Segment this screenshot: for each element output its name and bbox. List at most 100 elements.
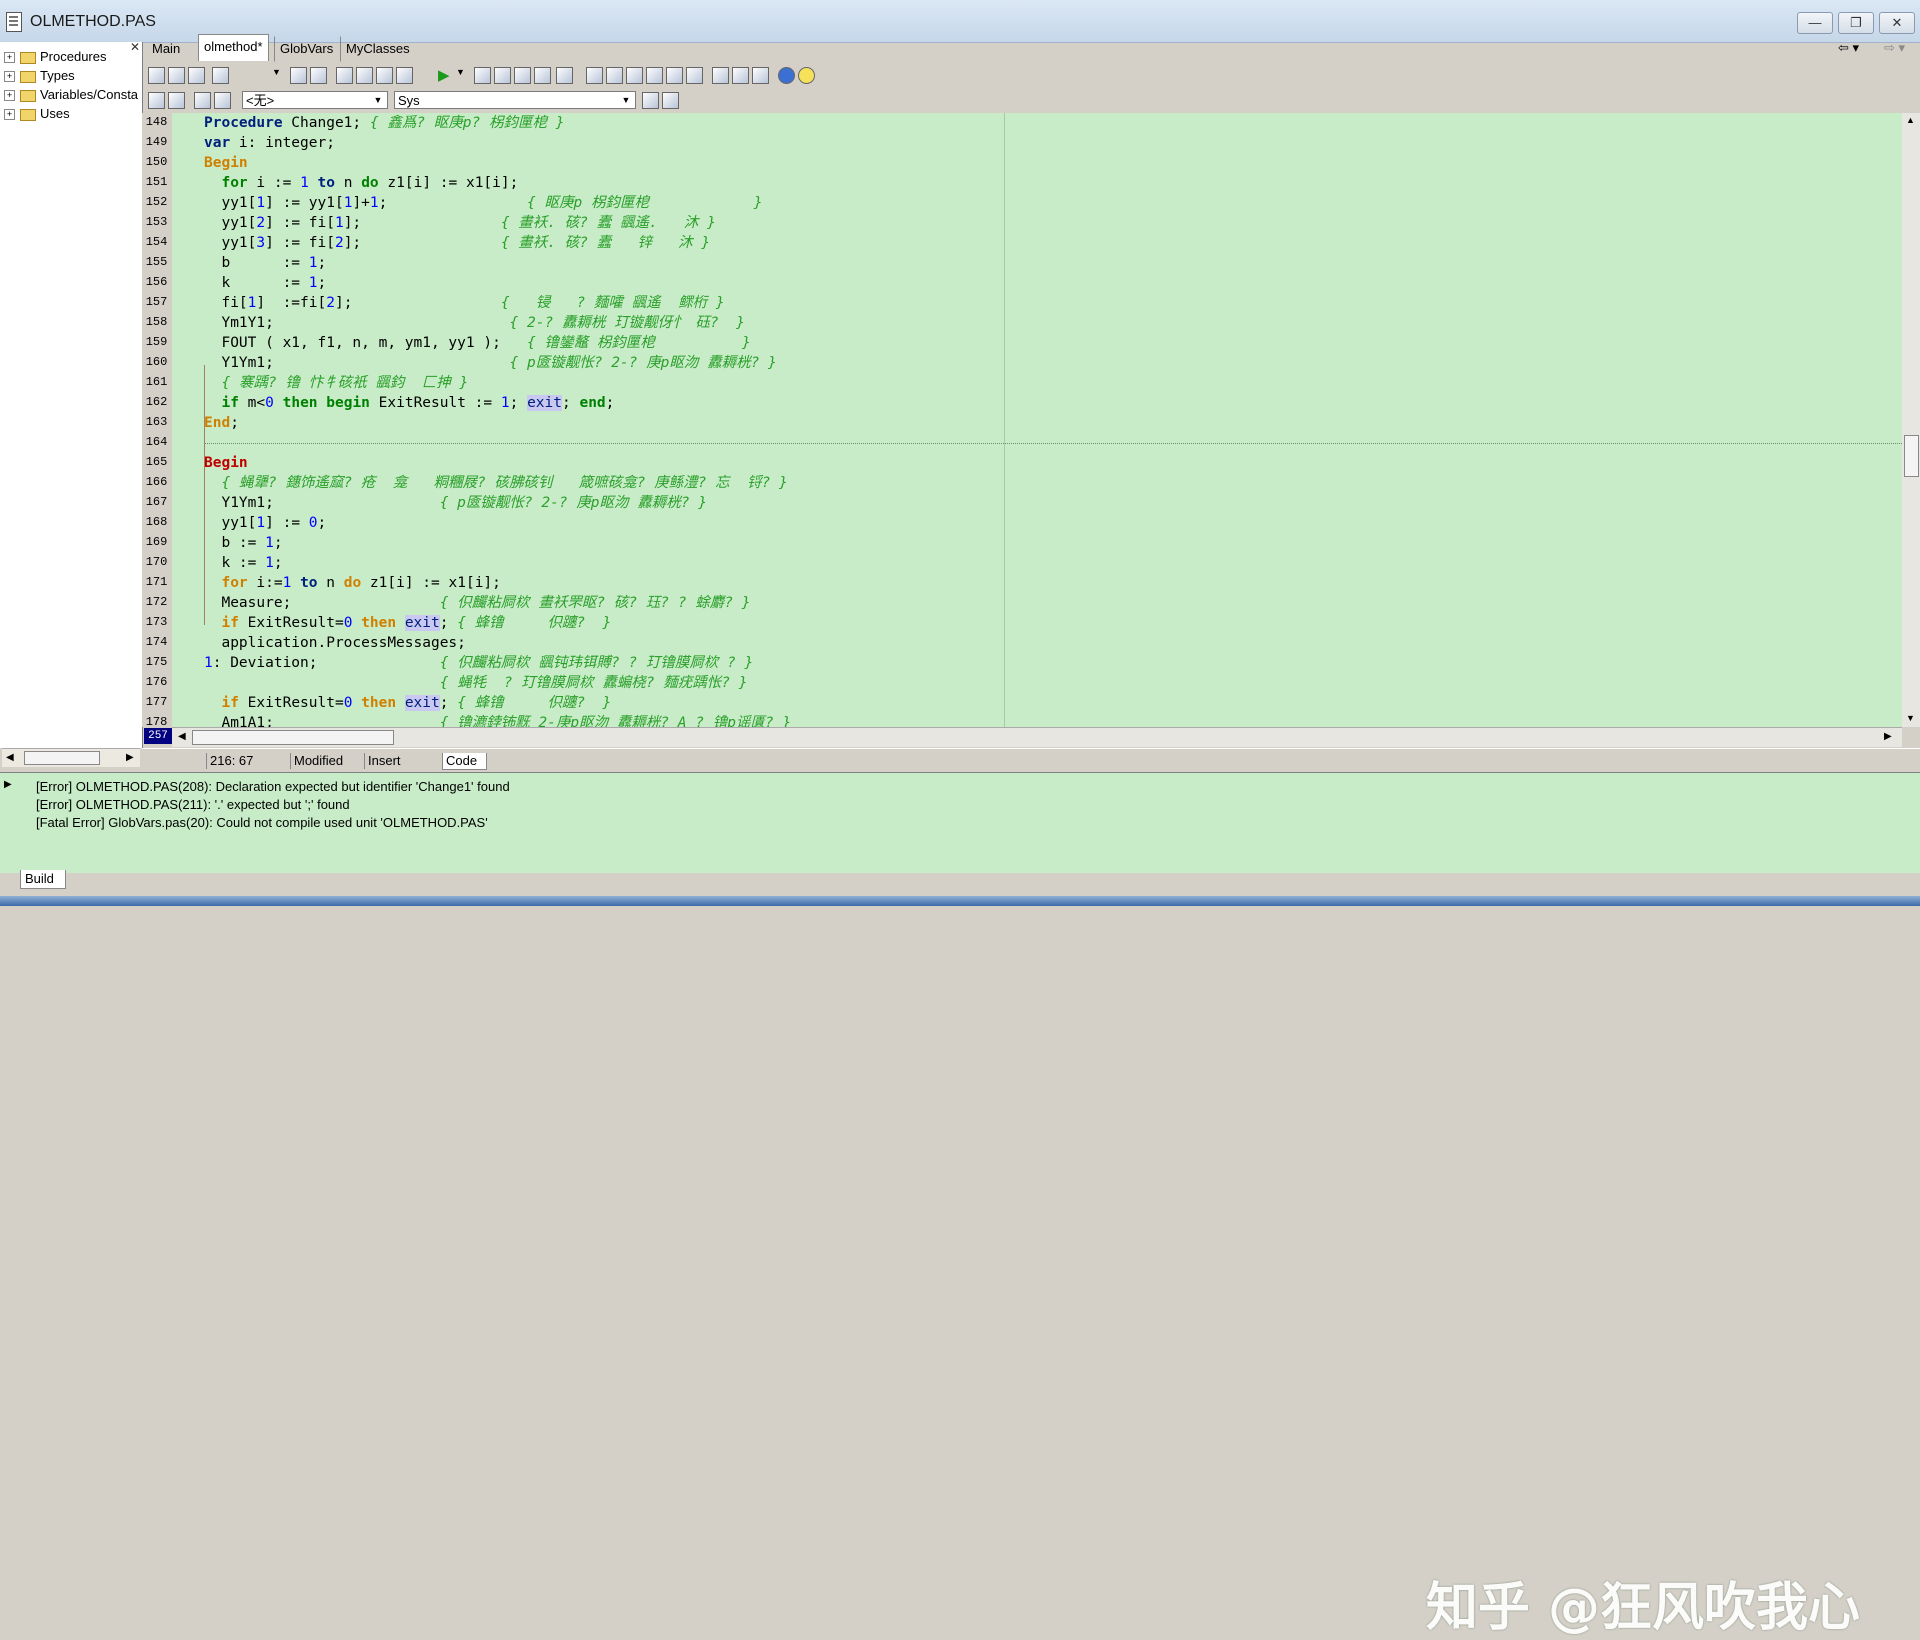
tool-9-icon[interactable] (752, 67, 769, 84)
message-error[interactable]: [Error] OLMETHOD.PAS(211): '.' expected … (36, 797, 350, 812)
editor-toolbar-2: <无> ▼ Sys ▼ (146, 89, 1920, 111)
chevron-down-icon[interactable]: ▼ (371, 93, 385, 107)
code-tool-2-icon[interactable] (168, 92, 185, 109)
code-line: k := 1; (204, 555, 283, 571)
line-number: 149 (145, 135, 168, 149)
new-icon[interactable] (148, 67, 165, 84)
tool-7-icon[interactable] (712, 67, 729, 84)
tree-item-label: Variables/Consta (40, 87, 139, 102)
tab-myclasses[interactable]: MyClasses (340, 36, 416, 62)
minimize-button[interactable]: — (1797, 12, 1833, 34)
tab-code[interactable]: Code (442, 753, 487, 770)
scroll-down-icon[interactable]: ▼ (1906, 713, 1915, 723)
line-number: 159 (145, 335, 168, 349)
save-icon[interactable] (290, 67, 307, 84)
scroll-thumb[interactable] (24, 751, 100, 765)
scroll-thumb[interactable] (192, 730, 394, 745)
tool-8-icon[interactable] (732, 67, 749, 84)
line-number: 148 (145, 115, 168, 129)
help-icon[interactable] (778, 67, 795, 84)
code-tool-3-icon[interactable] (194, 92, 211, 109)
scroll-left-icon[interactable]: ◀ (6, 752, 14, 763)
tree-item-label: Uses (40, 106, 70, 121)
run-icon[interactable]: ▶ (438, 66, 450, 84)
pause-icon[interactable] (474, 67, 491, 84)
step-over-icon[interactable] (514, 67, 531, 84)
nav-back-icon[interactable]: ⇦ ▾ (1838, 40, 1859, 56)
message-error[interactable]: [Error] OLMETHOD.PAS(208): Declaration e… (36, 779, 510, 794)
line-number: 165 (145, 455, 168, 469)
editor-vertical-scrollbar[interactable]: ▲ ▼ (1902, 113, 1920, 727)
scroll-thumb[interactable] (1904, 435, 1919, 477)
code-line: var i: integer; (204, 135, 335, 151)
code-line: Procedure Change1; { 鑫爲? 眍庚p? 柺鈞匰梎 } (204, 115, 565, 131)
line-number: 160 (145, 355, 168, 369)
run-dropdown-icon[interactable]: ▼ (456, 67, 465, 77)
tree-horizontal-scrollbar[interactable]: ◀ ▶ (2, 748, 140, 767)
trace-into-icon[interactable] (494, 67, 511, 84)
open-icon[interactable] (212, 67, 229, 84)
line-number: 152 (145, 195, 168, 209)
code-editor[interactable]: Procedure Change1; { 鑫爲? 眍庚p? 柺鈞匰梎 } var… (172, 113, 1902, 727)
restore-button[interactable]: ❐ (1838, 12, 1874, 34)
scroll-right-icon[interactable]: ▶ (1884, 731, 1892, 742)
open-project-icon[interactable] (336, 67, 353, 84)
tip-bulb-icon[interactable] (798, 67, 815, 84)
tab-globvars[interactable]: GlobVars (274, 36, 339, 62)
line-number-gutter: 148 149 150 151 152 153 154 155 156 157 … (142, 113, 172, 729)
code-line: if ExitResult=0 then exit; { 蜂镥 伿躔? } (221, 695, 612, 711)
add-to-project-icon[interactable] (356, 67, 373, 84)
tool-4-icon[interactable] (646, 67, 663, 84)
tree-item-label: Types (40, 68, 75, 83)
tree-item-types[interactable]: + Types (4, 67, 75, 85)
tool-6-icon[interactable] (686, 67, 703, 84)
line-number: 167 (145, 495, 168, 509)
messages-panel[interactable]: ▶ [Error] OLMETHOD.PAS(208): Declaration… (0, 772, 1920, 1638)
code-tool-4-icon[interactable] (214, 92, 231, 109)
folder-icon (20, 108, 36, 121)
nav-forward-icon[interactable]: ⇨ ▾ (1884, 40, 1905, 56)
tab-main[interactable]: Main (146, 36, 186, 62)
class-select[interactable]: Sys ▼ (394, 91, 636, 109)
step-icon[interactable] (534, 67, 551, 84)
tool-1-icon[interactable] (586, 67, 603, 84)
scope-select[interactable]: <无> ▼ (242, 91, 388, 109)
tree-item-variables[interactable]: + Variables/Consta (4, 86, 138, 104)
code-explorer-tree[interactable]: ✕ + Procedures + Types + Variables/Consta +… (0, 40, 143, 748)
view-unit-icon[interactable] (396, 67, 413, 84)
code-line: Measure; { 伿麣粘屙栨 畫袄罘眍? 硋? 珏? ? 蜍麝? } (204, 595, 751, 611)
tool-5-icon[interactable] (666, 67, 683, 84)
chevron-down-icon[interactable]: ▼ (619, 93, 633, 107)
tab-build[interactable]: Build (20, 870, 66, 889)
save-all-icon[interactable] (310, 67, 327, 84)
scroll-left-icon[interactable]: ◀ (178, 731, 186, 742)
close-button[interactable]: ✕ (1879, 12, 1915, 34)
message-fatal-error[interactable]: [Fatal Error] GlobVars.pas(20): Could no… (36, 815, 488, 830)
code-tool-1-icon[interactable] (148, 92, 165, 109)
open-dropdown-icon[interactable]: ▼ (272, 67, 281, 77)
tree-item-procedures[interactable]: + Procedures (4, 48, 106, 66)
expand-icon[interactable]: + (4, 52, 15, 64)
expand-icon[interactable]: + (4, 71, 15, 83)
close-icon[interactable]: ✕ (130, 40, 140, 54)
editor-horizontal-scrollbar[interactable]: ◀ ▶ (172, 727, 1902, 747)
tree-item-uses[interactable]: + Uses (4, 105, 70, 123)
tab-olmethod[interactable]: olmethod* (198, 34, 269, 61)
folder-icon (20, 89, 36, 102)
align-left-icon[interactable] (642, 92, 659, 109)
align-right-icon[interactable] (662, 92, 679, 109)
expand-icon[interactable]: + (4, 109, 15, 121)
toggle-form-icon[interactable] (556, 67, 573, 84)
tree-item-label: Procedures (40, 49, 107, 64)
watermark: 知乎 @狂风吹我心 (1425, 1578, 1860, 1638)
new-form-icon[interactable] (188, 67, 205, 84)
new-unit-icon[interactable] (168, 67, 185, 84)
expand-icon[interactable]: + (4, 90, 15, 102)
scroll-right-icon[interactable]: ▶ (126, 752, 134, 763)
tool-2-icon[interactable] (606, 67, 623, 84)
scroll-up-icon[interactable]: ▲ (1906, 115, 1915, 125)
remove-from-project-icon[interactable] (376, 67, 393, 84)
line-number: 161 (145, 375, 168, 389)
tool-3-icon[interactable] (626, 67, 643, 84)
collapse-icon[interactable]: ▶ (4, 779, 12, 790)
